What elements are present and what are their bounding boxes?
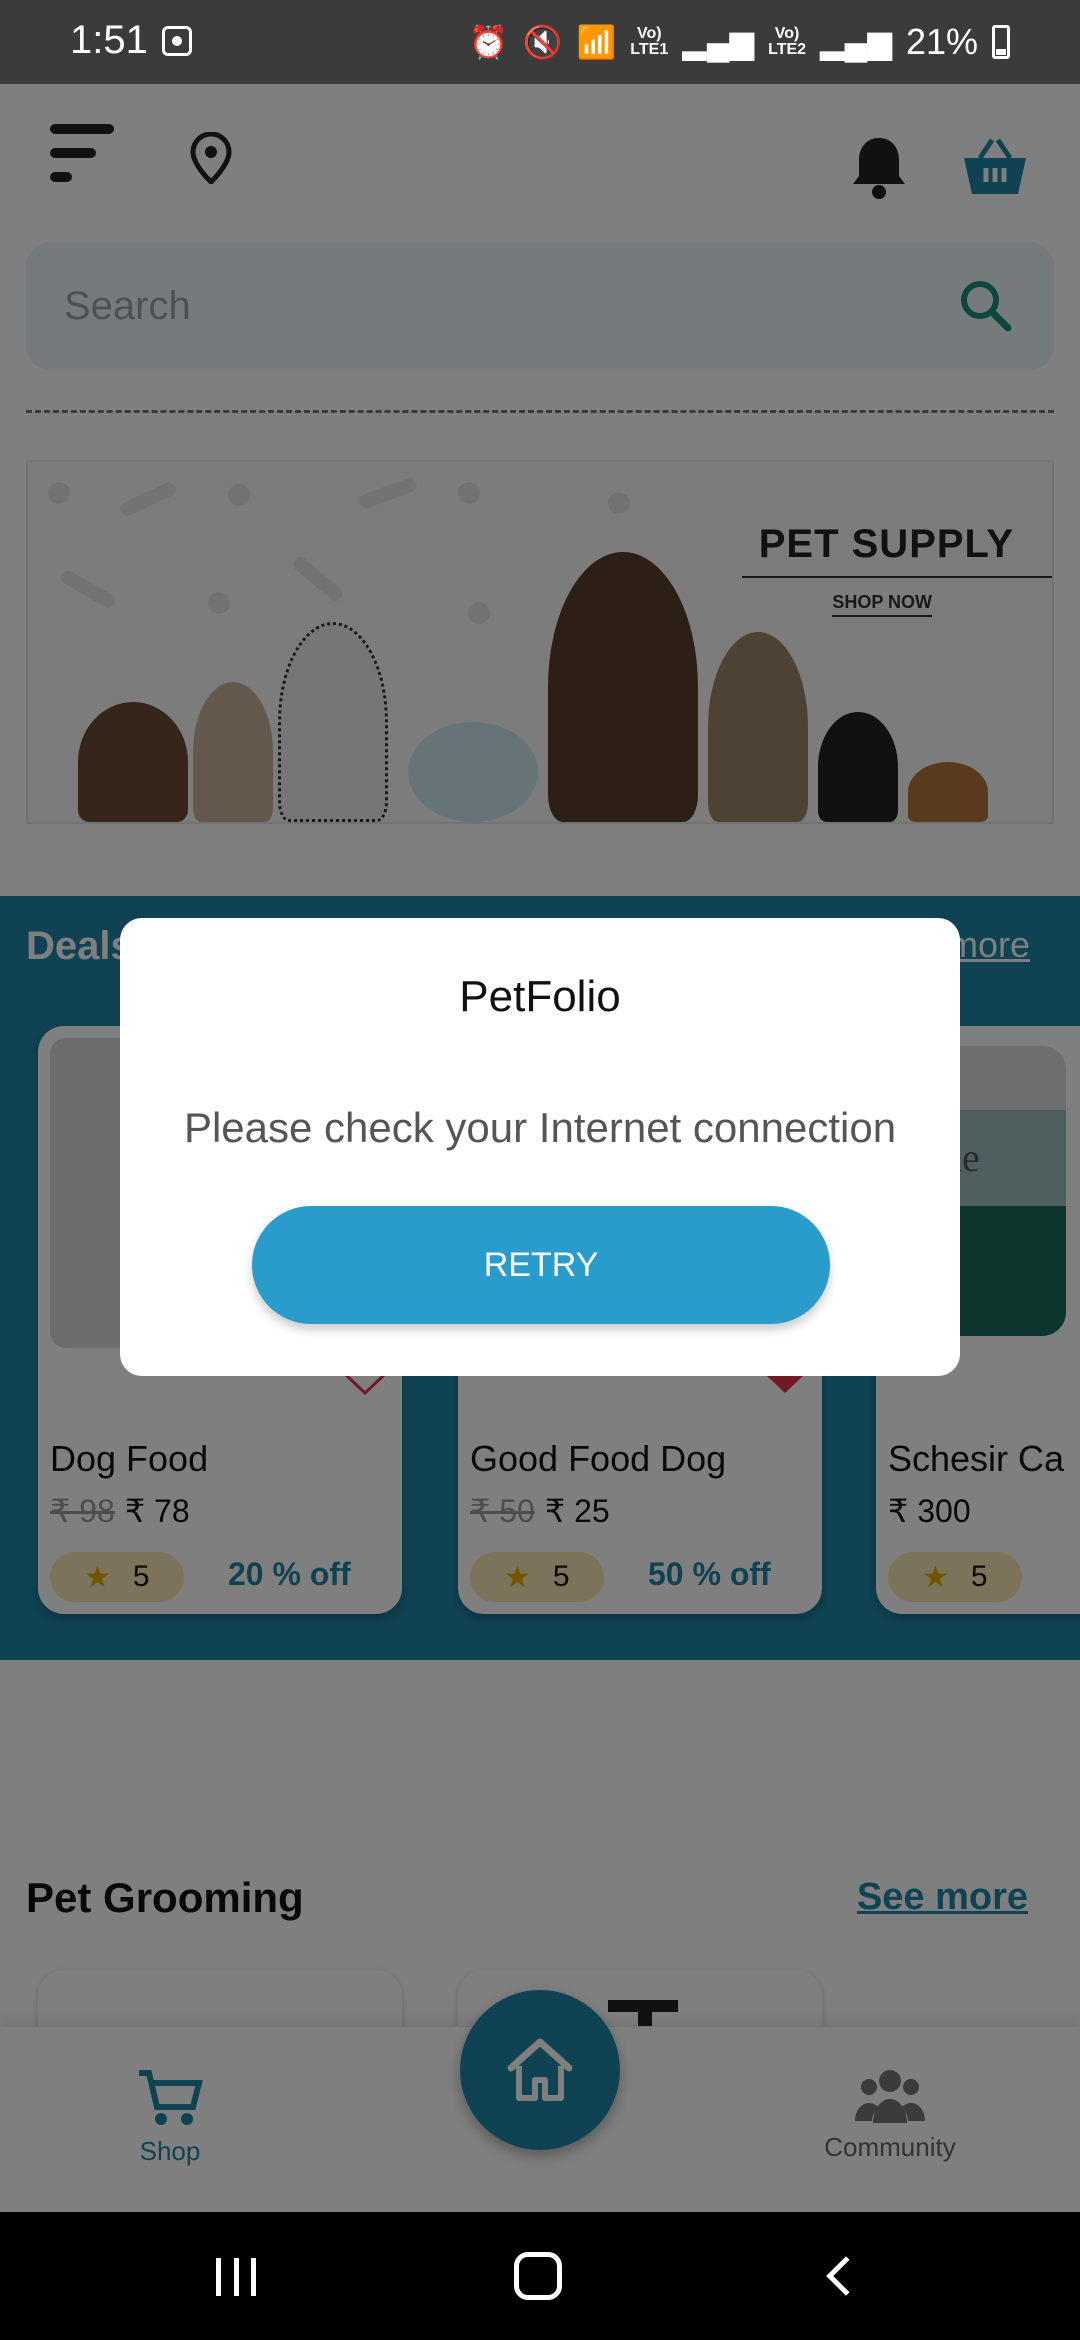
signal-icon: ▂▄▆ (820, 24, 892, 60)
dialog-title: PetFolio (459, 972, 621, 1021)
battery-icon (992, 25, 1010, 59)
retry-button[interactable]: RETRY (252, 1206, 830, 1324)
lte1-icon: Vo) LTE1 (630, 25, 669, 58)
battery-level: 21% (905, 21, 978, 62)
system-home-button[interactable] (514, 2252, 562, 2300)
back-button[interactable] (826, 2256, 866, 2296)
status-bar: 1:51 ⏰ 🔇 📶 Vo) LTE1 ▂▄▆ Vo) LTE2 ▂▄▆ 21% (0, 0, 1080, 84)
status-icons: ⏰ 🔇 📶 Vo) LTE1 ▂▄▆ Vo) LTE2 ▂▄▆ 21% (469, 18, 1010, 66)
mute-icon: 🔇 (522, 24, 563, 60)
lte2-icon: Vo) LTE2 (768, 25, 807, 58)
notification-icon (162, 26, 192, 56)
alarm-icon: ⏰ (468, 24, 509, 60)
system-navigation-bar (0, 2212, 1080, 2340)
dialog-message: Please check your Internet connection (183, 1104, 897, 1151)
connection-error-dialog: PetFolio Please check your Internet conn… (120, 918, 960, 1376)
status-time: 1:51 (70, 18, 148, 62)
recent-apps-button[interactable] (216, 2258, 256, 2296)
signal-icon: ▂▄▆ (682, 24, 755, 60)
wifi-icon: 📶 (576, 24, 617, 60)
